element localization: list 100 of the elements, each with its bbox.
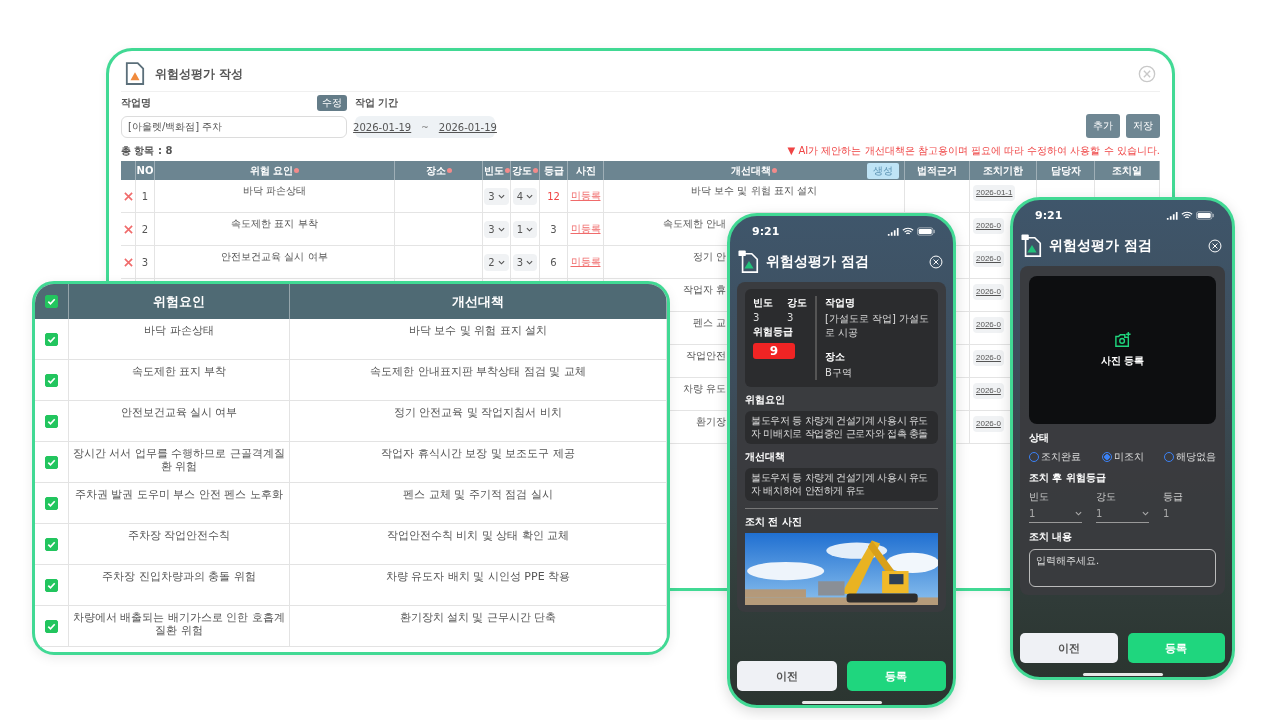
column-header: 등급 (543, 163, 564, 178)
date-link[interactable]: 2026-01-19 (438, 121, 497, 133)
text-box: 불도우저 등 차량계 건설기계 사용시 유도자 배치하여 안전하게 유도 (745, 468, 938, 501)
select-field[interactable]: 3 (484, 220, 509, 238)
checkbox[interactable] (45, 295, 58, 308)
signal-icon (1166, 210, 1178, 220)
delete-icon[interactable] (123, 224, 133, 234)
date-field[interactable]: 2026-0 (973, 317, 1004, 333)
radio-label[interactable]: 미조치 (1113, 450, 1144, 464)
table-cell: 속도제한 안내 (662, 217, 726, 231)
table-cell: 바닥 파손상태 (242, 184, 307, 198)
select-field[interactable]: 3 (512, 253, 538, 271)
signal-icon (887, 226, 899, 236)
wifi-icon (902, 226, 914, 236)
date-field[interactable]: 2026-0 (973, 350, 1004, 366)
field-value: 3 (753, 312, 761, 323)
table-cell: 속도제한 표지 부착 (231, 217, 318, 231)
battery-icon (1196, 210, 1214, 220)
select-field[interactable]: 3 (484, 187, 509, 205)
chevron-down-icon (1075, 511, 1082, 516)
field-value: [가설도로 작업] 가설도로 시공 (825, 312, 930, 340)
checkbox[interactable] (45, 455, 58, 469)
table-cell: 바닥 보수 및 위험 표지 설치 (691, 184, 817, 198)
document-warning-icon (125, 62, 145, 86)
select-field[interactable]: 4 (512, 187, 538, 205)
window-title: 위험성평가 작성 (155, 65, 244, 83)
back-button[interactable]: 이전 (1020, 633, 1118, 663)
field-value: 3 (787, 312, 795, 323)
text-box: 불도우저 등 차량계 건설기계 사용시 유도자 미배치로 작업중인 근로자와 접촉 충돌 (745, 411, 938, 444)
table-cell: 펜스 교체 및 주기적 점검 실시 (403, 488, 553, 502)
radio-label[interactable]: 조치완료 (1041, 450, 1081, 464)
field-label: 강도 (1096, 490, 1117, 504)
section-label: 위험요인 (745, 393, 786, 407)
date-field[interactable]: 2026-0 (973, 383, 1004, 399)
date-field[interactable]: 2026-01-1 (973, 185, 1016, 201)
delete-icon[interactable] (123, 257, 133, 267)
action-button[interactable]: 저장 (1126, 114, 1160, 138)
checkbox[interactable] (45, 373, 58, 387)
radio-label[interactable]: 해당없음 (1176, 450, 1216, 464)
select-field[interactable]: 1 (1029, 508, 1082, 523)
table-cell: 정기 안전교육 및 작업지침서 비치 (394, 406, 562, 420)
field-label: 빈도 (1029, 490, 1050, 504)
date-field[interactable]: 2026-0 (973, 284, 1004, 300)
table-cell: 바닥 파손상태 (144, 324, 214, 338)
column-header: 강도 (512, 163, 532, 178)
table-cell: 3 (550, 223, 557, 235)
checkbox[interactable] (45, 414, 58, 428)
date-field[interactable]: 2026-0 (973, 416, 1004, 432)
checkbox[interactable] (45, 496, 58, 510)
column-header: 빈도 (483, 163, 504, 178)
chevron-down-icon (1142, 511, 1149, 516)
checkbox[interactable] (45, 332, 58, 346)
photo-upload-area[interactable]: 사진 등록 (1029, 276, 1216, 424)
camera-plus-icon (1113, 332, 1132, 348)
document-warning-icon (1021, 234, 1043, 258)
select-field[interactable]: 1 (512, 220, 538, 238)
field-value: B구역 (825, 366, 853, 380)
table-cell: 환기장 (696, 415, 726, 429)
table-cell: 속도제한 표지 부착 (131, 365, 227, 379)
edit-button[interactable]: 수정 (317, 95, 347, 111)
risk-grade-badge: 9 (753, 343, 795, 359)
checkbox[interactable] (45, 537, 58, 551)
delete-icon[interactable] (123, 191, 133, 201)
table-cell: 1 (141, 190, 149, 202)
screen-title: 위험성평가 점검 (766, 253, 869, 271)
table-cell: 정기 안 (692, 250, 726, 264)
back-button[interactable]: 이전 (737, 661, 837, 691)
battery-icon (917, 226, 935, 236)
wifi-icon (1181, 210, 1193, 220)
select-field[interactable]: 2 (484, 253, 509, 271)
action-button[interactable]: 추가 (1086, 114, 1120, 138)
input-field[interactable]: [아울렛/백화점] 주차 (121, 116, 347, 138)
table-cell: 속도제한 안내표지판 부착상태 점검 및 교체 (370, 365, 586, 379)
chevron-down-icon (497, 226, 505, 232)
table-cell: 안전보건교육 실시 여부 (221, 250, 328, 264)
status-time: 9:21 (1035, 208, 1063, 222)
field-label: 장소 (825, 350, 846, 364)
column-header: 조치기한 (983, 163, 1023, 178)
table-cell: 3 (141, 256, 149, 268)
checkbox[interactable] (45, 578, 58, 592)
notice-text: ▼ AI가 제안하는 개선대책은 참고용이며 필요에 따라 수정하여 사용할 수 있습니다. (787, 144, 1160, 158)
input-field[interactable]: 입력해주세요. (1029, 549, 1216, 587)
status-time: 9:21 (752, 224, 780, 238)
chevron-down-icon (526, 226, 534, 232)
field-label: 빈도 (753, 296, 773, 310)
date-link[interactable]: 2026-01-19 (353, 121, 412, 133)
table-cell: 바닥 보수 및 위험 표지 설치 (408, 324, 548, 338)
section-label: 조치 전 사진 (745, 515, 803, 529)
date-field[interactable]: 2026-0 (973, 218, 1004, 234)
date-field[interactable]: 2026-0 (973, 251, 1004, 267)
field-label: 작업명 (825, 296, 856, 310)
checkbox[interactable] (45, 619, 58, 633)
table-cell: 작업안전수칙 비치 및 상태 확인 교체 (386, 529, 570, 543)
table-cell: 6 (550, 256, 557, 268)
table-cell: 주차권 발권 도우미 부스 안전 펜스 노후화 (75, 488, 283, 502)
field-value: 1 (1163, 508, 1171, 521)
column-header: 위험 요인 (249, 163, 294, 178)
select-field[interactable]: 1 (1096, 508, 1149, 523)
radio-button[interactable] (1101, 452, 1112, 462)
field-label: 작업 기간 (355, 96, 399, 110)
